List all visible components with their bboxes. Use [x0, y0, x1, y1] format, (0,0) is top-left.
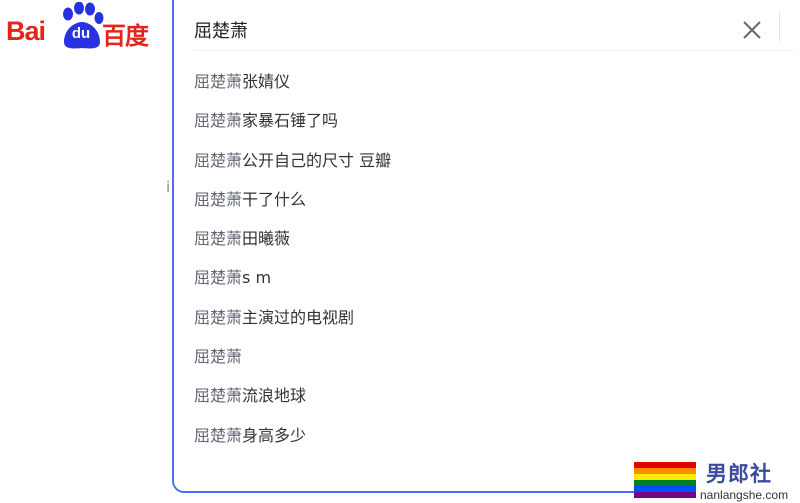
suggestion-prefix: 屈楚萧 — [194, 229, 243, 249]
suggestion-suffix: 公开自己的尺寸 豆瓣 — [242, 150, 392, 170]
suggestion-suffix: 干了什么 — [242, 189, 307, 209]
suggestion-suffix: 身高多少 — [242, 425, 307, 445]
rainbow-flag-icon — [634, 462, 696, 498]
suggestion-item[interactable]: 屈楚萧张婧仪 — [194, 62, 391, 101]
suggestion-item[interactable]: 屈楚萧干了什么 — [194, 180, 391, 219]
suggestion-prefix: 屈楚萧 — [194, 111, 243, 131]
suggestion-prefix: 屈楚萧 — [194, 189, 243, 209]
suggestion-prefix: 屈楚萧 — [194, 307, 243, 327]
suggestion-prefix: 屈楚萧 — [194, 150, 243, 170]
suggestion-separator — [194, 50, 794, 51]
input-divider — [779, 12, 780, 42]
watermark-url: nanlangshe.com — [700, 488, 789, 502]
baidu-logo[interactable]: Bai du 百度 — [6, 2, 156, 50]
suggestion-suffix: 家暴石锤了吗 — [242, 111, 339, 131]
suggestion-suffix: 田曦薇 — [242, 229, 291, 249]
suggestion-item[interactable]: 屈楚萧s m — [194, 258, 391, 297]
page: Bai du 百度 i 屈楚萧张婧仪 屈楚萧家暴石锤了吗 屈楚萧公开自己的尺寸 … — [0, 0, 800, 503]
logo-du-text: du — [71, 25, 91, 42]
suggestion-item[interactable]: 屈楚萧身高多少 — [194, 416, 391, 455]
logo-bai-text: Bai — [6, 16, 46, 46]
suggestion-prefix: 屈楚萧 — [194, 347, 243, 367]
search-panel: 屈楚萧张婧仪 屈楚萧家暴石锤了吗 屈楚萧公开自己的尺寸 豆瓣 屈楚萧干了什么 屈… — [172, 0, 800, 493]
suggestion-item[interactable]: 屈楚萧家暴石锤了吗 — [194, 101, 391, 140]
suggestion-suffix: 张婧仪 — [242, 72, 291, 91]
suggestion-prefix: 屈楚萧 — [194, 268, 243, 288]
suggestion-item[interactable]: 屈楚萧 — [194, 337, 391, 376]
suggestion-suffix: s m — [242, 268, 272, 288]
logo-baidu-cn-text: 百度 — [102, 22, 149, 50]
background-glyph: i — [166, 178, 171, 196]
suggestion-prefix: 屈楚萧 — [194, 386, 243, 406]
suggestion-item[interactable]: 屈楚萧主演过的电视剧 — [194, 298, 391, 337]
suggestion-suffix: 流浪地球 — [242, 386, 307, 406]
watermark-title: 男郎社 — [706, 462, 772, 486]
close-icon[interactable] — [737, 15, 767, 45]
watermark: 男郎社 nanlangshe.com — [634, 458, 800, 503]
suggestion-suffix: 主演过的电视剧 — [242, 307, 355, 327]
suggestion-list: 屈楚萧张婧仪 屈楚萧家暴石锤了吗 屈楚萧公开自己的尺寸 豆瓣 屈楚萧干了什么 屈… — [194, 62, 391, 455]
suggestion-item[interactable]: 屈楚萧田曦薇 — [194, 219, 391, 258]
search-input[interactable] — [194, 14, 714, 46]
suggestion-item[interactable]: 屈楚萧流浪地球 — [194, 376, 391, 415]
suggestion-prefix: 屈楚萧 — [194, 72, 243, 91]
suggestion-prefix: 屈楚萧 — [194, 425, 243, 445]
suggestion-item[interactable]: 屈楚萧公开自己的尺寸 豆瓣 — [194, 141, 391, 180]
